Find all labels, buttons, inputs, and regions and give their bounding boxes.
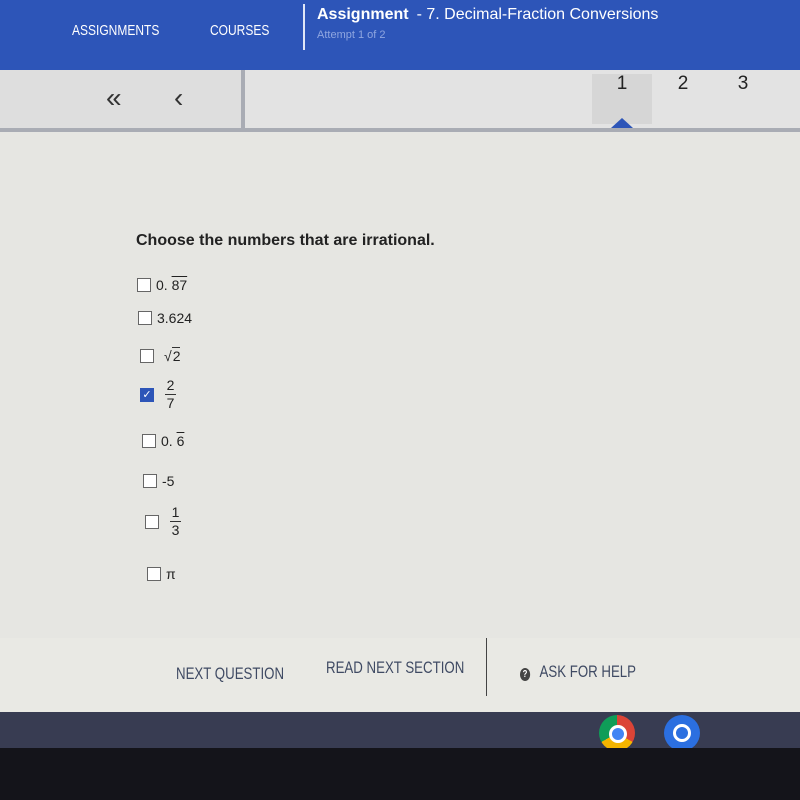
option-pi[interactable]: π <box>147 566 176 582</box>
repeating-digits: 87 <box>171 277 188 293</box>
option-0-6-repeating[interactable]: 0. 6 <box>142 433 184 449</box>
ask-for-help-label: ASK FOR HELP <box>539 662 637 681</box>
denominator: 3 <box>171 522 180 538</box>
option-1-3[interactable]: 13 <box>145 505 181 538</box>
attempt-count: Attempt 1 of 2 <box>317 29 386 41</box>
assignment-title: Assignment - 7. Decimal-Fraction Conversi… <box>317 6 658 24</box>
footer-divider <box>486 638 487 696</box>
footer-bar: NEXT QUESTION READ NEXT SECTION ? ASK FOR… <box>0 638 800 712</box>
read-next-section-button[interactable]: READ NEXT SECTION <box>326 658 464 678</box>
page-number: 2 <box>677 73 689 94</box>
denominator: 7 <box>166 395 175 411</box>
fraction: 13 <box>170 505 181 538</box>
checkbox-checked[interactable]: ✓ <box>140 387 154 402</box>
option-prefix: 0. <box>161 433 173 449</box>
quizlet-icon[interactable] <box>664 715 700 751</box>
checkbox[interactable] <box>137 278 151 292</box>
title-text: - 7. Decimal-Fraction Conversions <box>416 6 659 23</box>
option-3-624[interactable]: 3.624 <box>138 310 192 326</box>
title-label: Assignment <box>317 6 409 23</box>
checkbox[interactable] <box>145 514 159 529</box>
help-icon: ? <box>520 668 531 681</box>
previous-question-icon[interactable]: ‹ <box>174 82 183 114</box>
question-prompt: Choose the numbers that are irrational. <box>136 232 435 249</box>
page-number: 1 <box>616 73 628 94</box>
numerator: 1 <box>171 504 180 520</box>
chrome-icon[interactable] <box>599 715 635 751</box>
header-divider <box>303 4 305 50</box>
checkbox[interactable] <box>143 474 157 488</box>
option-2-7[interactable]: ✓ 27 <box>140 378 176 411</box>
option-prefix: 0. <box>156 277 168 293</box>
nav-courses[interactable]: COURSES <box>210 22 269 39</box>
top-header: ASSIGNMENTS COURSES Assignment - 7. Decim… <box>0 0 800 70</box>
option-text: 3.624 <box>157 310 193 326</box>
page-1[interactable]: 1 <box>592 73 652 128</box>
next-question-button[interactable]: NEXT QUESTION <box>176 664 284 684</box>
checkbox[interactable] <box>142 434 156 448</box>
page-number: 3 <box>737 73 749 94</box>
option-text: π <box>166 566 176 582</box>
option-sqrt-2[interactable]: √ 2 <box>140 347 181 364</box>
checkbox[interactable] <box>147 567 161 581</box>
numerator: 2 <box>166 377 175 393</box>
repeating-digits: 6 <box>176 433 185 449</box>
option-text: -5 <box>162 473 175 489</box>
option-neg-5[interactable]: -5 <box>143 473 174 489</box>
radicand: 2 <box>171 347 181 364</box>
question-nav-bar: « ‹ 1 2 3 <box>0 70 800 132</box>
nav-arrows: « ‹ <box>0 70 245 128</box>
fraction: 27 <box>165 378 176 411</box>
ask-for-help-button[interactable]: ? ASK FOR HELP <box>520 662 636 682</box>
option-0-87-repeating[interactable]: 0. 87 <box>137 277 187 293</box>
taskbar <box>0 712 800 756</box>
first-question-icon[interactable]: « <box>106 82 122 114</box>
page-3[interactable]: 3 <box>713 74 773 124</box>
nav-assignments[interactable]: ASSIGNMENTS <box>72 22 159 39</box>
checkbox[interactable] <box>138 311 152 325</box>
page-2[interactable]: 2 <box>653 74 713 124</box>
sqrt-icon: √ <box>164 347 172 364</box>
screen-bezel <box>0 748 800 800</box>
checkbox[interactable] <box>140 348 154 363</box>
active-indicator-icon <box>611 118 633 128</box>
